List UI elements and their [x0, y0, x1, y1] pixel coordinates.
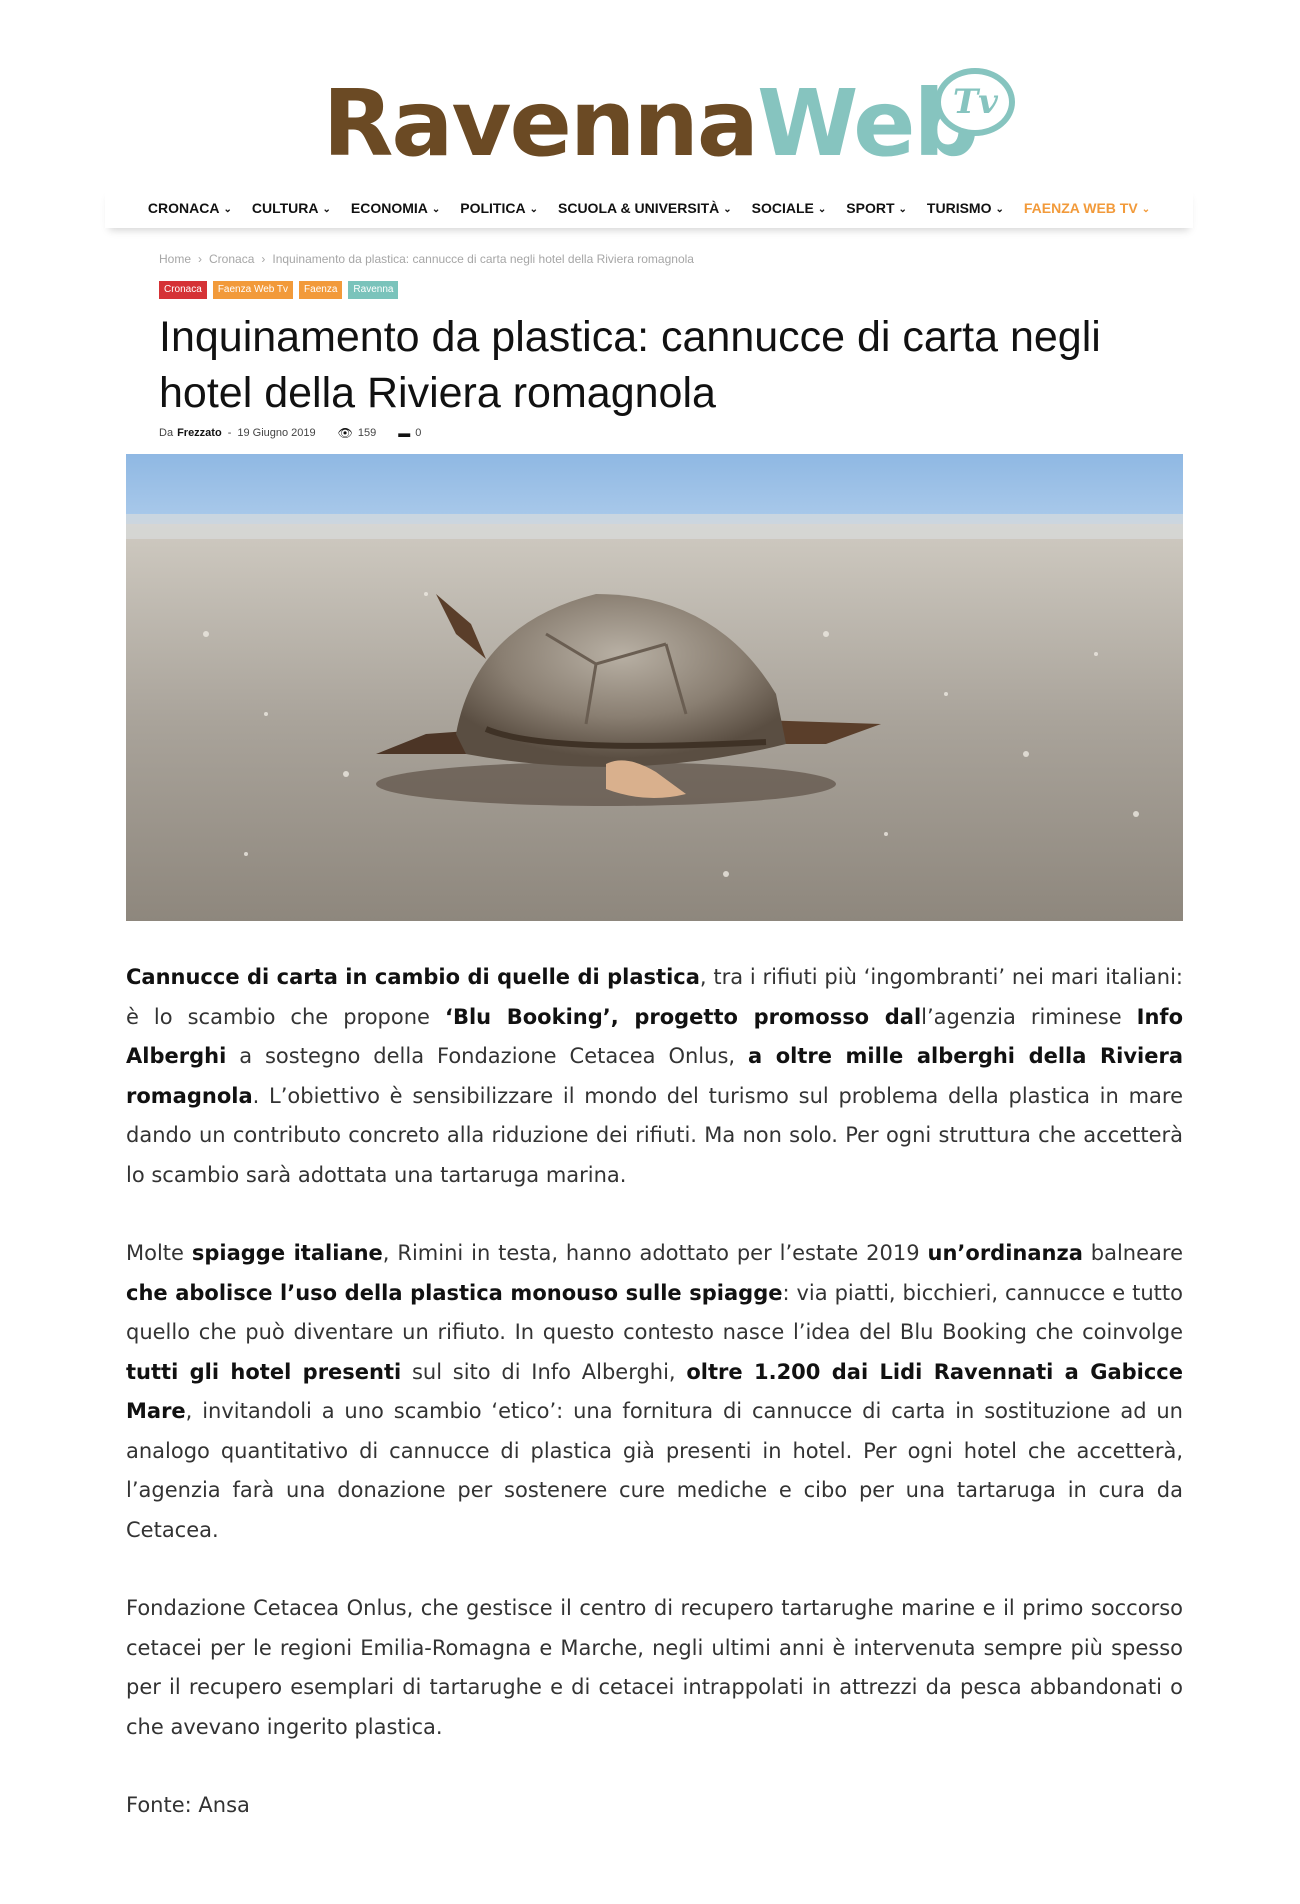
- chevron-down-icon: ⌄: [223, 204, 232, 215]
- publish-date: 19 Giugno 2019: [237, 427, 316, 439]
- comment-icon[interactable]: ▬: [398, 426, 410, 440]
- nav-item-sport[interactable]: SPORT ⌄: [836, 200, 917, 216]
- nav-item-scuola-universita[interactable]: SCUOLA & UNIVERSITÀ ⌄: [548, 200, 742, 216]
- article-title: Inquinamento da plastica: cannucce di ca…: [159, 313, 1101, 417]
- nav-item-cronaca[interactable]: CRONACA ⌄: [138, 200, 242, 216]
- nav-item-economia[interactable]: ECONOMIA ⌄: [341, 200, 450, 216]
- article-hero-image: [126, 454, 1183, 921]
- tag-cronaca[interactable]: Cronaca: [159, 281, 207, 299]
- nav-item-label: SCUOLA & UNIVERSITÀ: [558, 200, 720, 216]
- nav-item-turismo[interactable]: TURISMO ⌄: [917, 200, 1014, 216]
- chevron-down-icon: ⌄: [817, 204, 827, 215]
- article-paragraph-2: Molte spiagge italiane, Rimini in testa,…: [126, 1241, 1183, 1542]
- breadcrumb-home-link[interactable]: Home: [159, 252, 191, 266]
- breadcrumb: Home › Cronaca › Inquinamento da plastica: c…: [159, 252, 694, 266]
- article-paragraph-1: Cannucce di carta in cambio di quelle di…: [126, 965, 1183, 1187]
- tag-faenza-web-tv[interactable]: Faenza Web Tv: [212, 281, 294, 299]
- breadcrumb-section-link[interactable]: Cronaca: [209, 252, 254, 266]
- chevron-down-icon: ⌄: [529, 204, 538, 215]
- tag-faenza[interactable]: Faenza: [299, 281, 343, 299]
- breadcrumb-current: Inquinamento da plastica: cannucce di ca…: [272, 252, 694, 266]
- chevron-down-icon: ⌄: [723, 204, 732, 215]
- nav-item-sociale[interactable]: SOCIALE ⌄: [742, 200, 837, 216]
- article-body: Cannucce di carta in cambio di quelle di…: [126, 958, 1183, 1865]
- nav-item-label: ECONOMIA: [350, 200, 428, 216]
- chevron-right-icon: ›: [261, 252, 266, 266]
- nav-item-label: CULTURA: [251, 200, 319, 216]
- nav-item-label: CRONACA: [147, 200, 220, 216]
- site-logo[interactable]: RavennaWeb Tv: [0, 68, 1300, 180]
- chevron-right-icon: ›: [198, 252, 203, 266]
- nav-item-label: TURISMO: [926, 200, 992, 216]
- nav-item-label: POLITICA: [460, 200, 526, 216]
- turtle-on-beach-photo: [126, 454, 1183, 921]
- chevron-down-icon: ⌄: [995, 204, 1004, 215]
- tag-ravenna[interactable]: Ravenna: [348, 281, 399, 299]
- article-paragraph-3: Fondazione Cetacea Onlus, che gestisce i…: [126, 1596, 1183, 1739]
- nav-item-label: FAENZA WEB TV: [1023, 200, 1138, 216]
- view-count: 159: [357, 427, 377, 439]
- main-navigation: CRONACA ⌄ CULTURA ⌄ ECONOMIA ⌄ POLITICA ⌄ SC…: [105, 188, 1193, 228]
- nav-item-politica[interactable]: POLITICA ⌄: [450, 200, 548, 216]
- article-source: Fonte: Ansa: [126, 1793, 250, 1817]
- chevron-down-icon: ⌄: [1141, 204, 1151, 215]
- nav-item-cultura[interactable]: CULTURA ⌄: [242, 200, 341, 216]
- author-prefix: Da: [159, 427, 174, 439]
- author-name[interactable]: Frezzato: [177, 427, 222, 439]
- nav-item-label: SPORT: [846, 200, 895, 216]
- article-meta: Da Frezzato - 19 Giugno 2019 👁 159 ▬ 0: [159, 426, 421, 440]
- category-tags: Cronaca Faenza Web Tv Faenza Ravenna: [159, 281, 399, 299]
- comment-count[interactable]: 0: [415, 427, 421, 439]
- nav-item-faenza-web-tv[interactable]: FAENZA WEB TV ⌄: [1014, 200, 1160, 216]
- chevron-down-icon: ⌄: [431, 204, 441, 215]
- chevron-down-icon: ⌄: [898, 204, 907, 215]
- meta-separator: -: [227, 427, 232, 439]
- chevron-down-icon: ⌄: [322, 204, 331, 215]
- logo-text-ravenna: Ravenna: [322, 70, 759, 177]
- nav-item-label: SOCIALE: [751, 200, 814, 216]
- eye-icon: 👁: [337, 426, 353, 440]
- logo-tv-badge: Tv: [935, 68, 1016, 136]
